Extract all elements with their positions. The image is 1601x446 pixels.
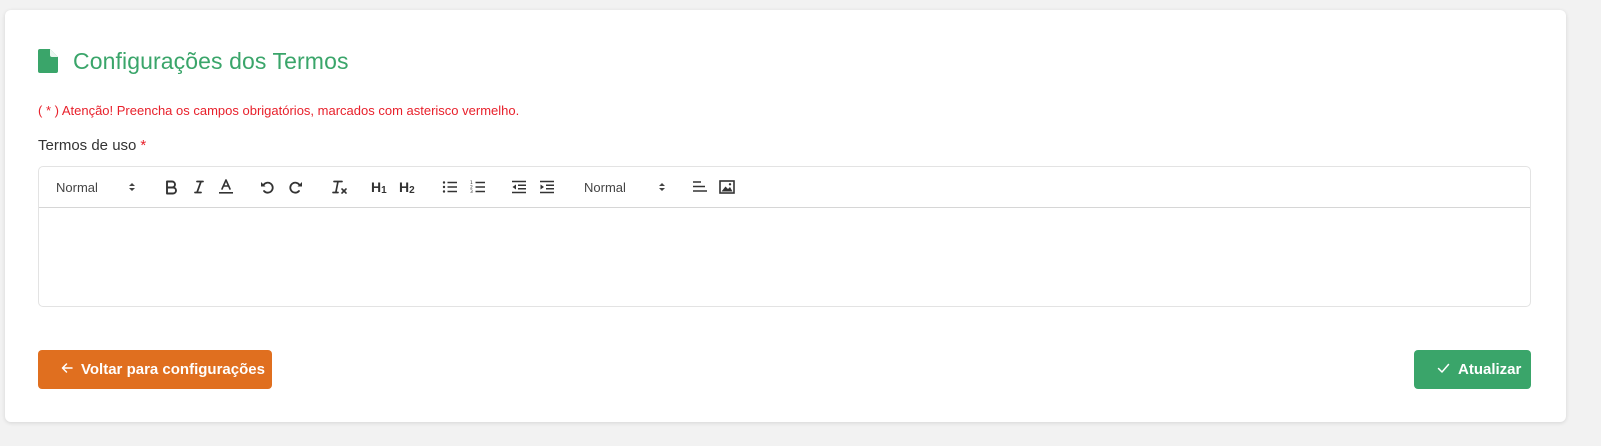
editor-toolbar: Normal H1 H2 1 2 3 Normal bbox=[39, 167, 1530, 208]
text-color-button[interactable] bbox=[218, 167, 234, 207]
terms-of-use-label: Termos de uso * bbox=[38, 137, 146, 154]
terms-of-use-editor: Normal H1 H2 1 2 3 Normal bbox=[38, 166, 1531, 307]
redo-icon bbox=[288, 179, 304, 195]
outdent-icon bbox=[511, 180, 527, 194]
italic-button[interactable] bbox=[191, 167, 207, 207]
bullet-list-button[interactable] bbox=[442, 167, 458, 207]
ordered-list-icon: 123 bbox=[470, 180, 486, 194]
picker-arrows-icon bbox=[128, 181, 136, 193]
image-icon bbox=[719, 180, 735, 194]
clear-format-button[interactable] bbox=[331, 167, 349, 207]
text-color-icon bbox=[218, 178, 234, 196]
size-picker[interactable]: Normal bbox=[584, 167, 669, 207]
required-asterisk: * bbox=[140, 137, 147, 154]
file-icon bbox=[38, 49, 58, 73]
heading-2-label: H2 bbox=[399, 179, 415, 196]
indent-button[interactable] bbox=[539, 167, 555, 207]
picker-arrows-icon bbox=[658, 181, 666, 193]
terms-of-use-label-text: Termos de uso bbox=[38, 137, 137, 154]
back-to-settings-label: Voltar para configurações bbox=[81, 361, 265, 378]
heading-1-label: H1 bbox=[371, 179, 387, 196]
redo-button[interactable] bbox=[288, 167, 304, 207]
editor-content-area[interactable] bbox=[39, 208, 1530, 306]
align-button[interactable] bbox=[692, 167, 708, 207]
check-icon bbox=[1437, 361, 1450, 378]
header-picker-label: Normal bbox=[56, 179, 98, 195]
clear-format-icon bbox=[331, 179, 349, 195]
back-to-settings-button[interactable]: Voltar para configurações bbox=[38, 350, 272, 389]
heading-1-level: 1 bbox=[381, 184, 387, 196]
page-title: Configurações dos Termos bbox=[73, 47, 349, 74]
image-button[interactable] bbox=[719, 167, 735, 207]
header-picker[interactable]: Normal bbox=[56, 167, 141, 207]
required-fields-warning: ( * ) Atenção! Preencha os campos obriga… bbox=[38, 103, 520, 118]
update-button[interactable]: Atualizar bbox=[1414, 350, 1531, 389]
align-icon bbox=[692, 180, 708, 194]
page-header: Configurações dos Termos bbox=[38, 47, 349, 75]
heading-1-button[interactable]: H1 bbox=[371, 167, 387, 207]
italic-icon bbox=[191, 179, 207, 195]
bullet-list-icon bbox=[442, 180, 458, 194]
heading-2-button[interactable]: H2 bbox=[399, 167, 415, 207]
undo-button[interactable] bbox=[259, 167, 275, 207]
svg-text:3: 3 bbox=[470, 189, 473, 194]
heading-1-letter: H bbox=[371, 178, 382, 195]
size-picker-label: Normal bbox=[584, 179, 626, 195]
heading-2-level: 2 bbox=[409, 184, 415, 196]
undo-icon bbox=[259, 179, 275, 195]
update-label: Atualizar bbox=[1458, 361, 1522, 378]
arrow-left-icon bbox=[61, 361, 73, 378]
bold-button[interactable] bbox=[163, 167, 179, 207]
indent-icon bbox=[539, 180, 555, 194]
bold-icon bbox=[163, 179, 179, 195]
heading-2-letter: H bbox=[399, 178, 410, 195]
outdent-button[interactable] bbox=[511, 167, 527, 207]
ordered-list-button[interactable]: 123 bbox=[470, 167, 486, 207]
terms-settings-card: Configurações dos Termos ( * ) Atenção! … bbox=[5, 10, 1566, 422]
